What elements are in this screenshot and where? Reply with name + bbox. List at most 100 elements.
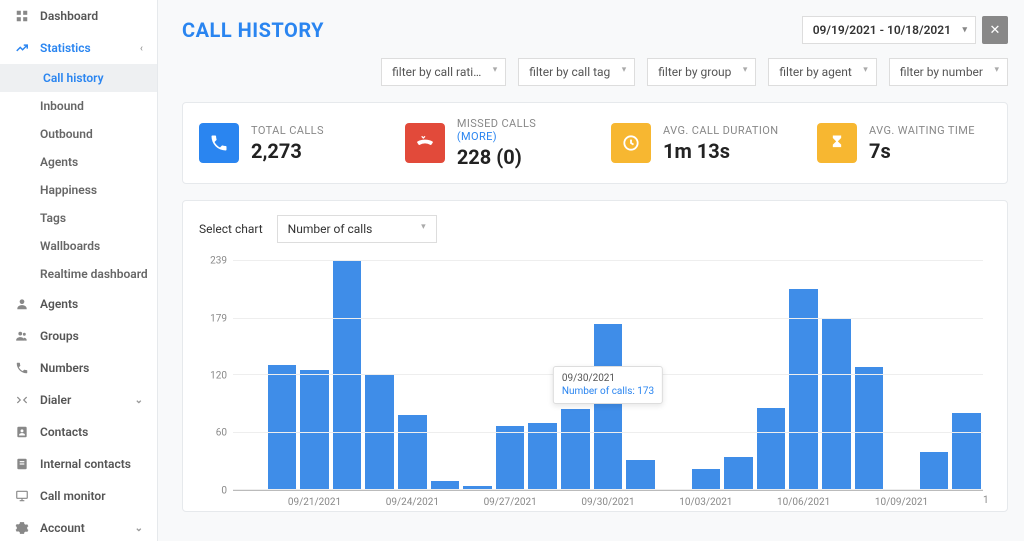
- y-tick: 179: [210, 313, 227, 324]
- kpi-avg-duration: AVG. CALL DURATION 1m 13s: [595, 117, 801, 169]
- y-tick: 120: [210, 370, 227, 381]
- sidebar-sub-call-history[interactable]: Call history: [0, 64, 157, 92]
- filters-row: filter by call rati… filter by call tag fi…: [182, 58, 1008, 86]
- kpi-value: 1m 13s: [663, 139, 778, 163]
- nav-contacts[interactable]: Contacts: [0, 416, 157, 448]
- sidebar-sub-agents[interactable]: Agents: [0, 148, 157, 176]
- dashboard-icon: [14, 8, 30, 24]
- phone-icon: [14, 360, 30, 376]
- people-icon: [14, 328, 30, 344]
- x-tick: 10/03/2021: [679, 497, 732, 508]
- chart-bar[interactable]: 09/30/202109/30/2021Number of calls: 173: [594, 324, 623, 490]
- contacts-icon: [14, 424, 30, 440]
- nav-label: Account: [40, 521, 85, 535]
- close-icon: ✕: [990, 23, 1001, 38]
- chart-bar[interactable]: [724, 457, 753, 490]
- nav-dashboard[interactable]: Dashboard: [0, 0, 157, 32]
- person-icon: [14, 296, 30, 312]
- kpi-label: AVG. CALL DURATION: [663, 124, 778, 137]
- sidebar-sub-tags[interactable]: Tags: [0, 204, 157, 232]
- nav-label: Dashboard: [40, 9, 98, 23]
- chart-plot: 09/21/2021 09/24/2021 09/27/2021 09/30/2021…: [233, 261, 983, 491]
- chart-bar[interactable]: 10/03/2021: [692, 469, 721, 490]
- chart-bar[interactable]: [626, 460, 655, 490]
- y-tick: 0: [221, 486, 227, 497]
- kpi-label: AVG. WAITING TIME: [869, 124, 975, 137]
- nav-label: Statistics: [40, 41, 91, 55]
- filter-dropdown-0[interactable]: filter by call rati…: [381, 58, 506, 86]
- nav-call-monitor[interactable]: Call monitor: [0, 480, 157, 512]
- kpi-avg-waiting: AVG. WAITING TIME 7s: [801, 117, 1007, 169]
- nav-groups[interactable]: Groups: [0, 320, 157, 352]
- more-link[interactable]: (MORE): [457, 130, 497, 143]
- chart-bar[interactable]: [528, 423, 557, 490]
- filter-dropdown-2[interactable]: filter by group: [647, 58, 756, 86]
- sidebar-sub-wallboards[interactable]: Wallboards: [0, 232, 157, 260]
- chart-bar[interactable]: 10/06/2021: [789, 289, 818, 490]
- monitor-icon: [14, 488, 30, 504]
- nav-label: Contacts: [40, 425, 88, 439]
- kpi-label: MISSED CALLS (MORE): [457, 117, 579, 143]
- filter-dropdown-1[interactable]: filter by call tag: [518, 58, 635, 86]
- sidebar-sub-inbound[interactable]: Inbound: [0, 92, 157, 120]
- chart-select-value: Number of calls: [288, 222, 373, 236]
- chart-area: 060120179239 09/21/202109/24/202109/27/2…: [199, 261, 991, 491]
- sidebar-sub-happiness[interactable]: Happiness: [0, 176, 157, 204]
- chart-bar[interactable]: [365, 375, 394, 490]
- chevron-left-icon: ‹: [140, 43, 143, 54]
- missed-call-icon: [405, 123, 445, 163]
- x-axis-end: 1: [983, 495, 991, 506]
- nav-label: Numbers: [40, 361, 89, 375]
- close-button[interactable]: ✕: [982, 16, 1008, 44]
- x-tick: 09/24/2021: [386, 497, 439, 508]
- nav-agents[interactable]: Agents: [0, 288, 157, 320]
- chart-select-label: Select chart: [199, 222, 263, 236]
- kpi-row: TOTAL CALLS 2,273 MISSED CALLS (MORE) 22…: [182, 102, 1008, 184]
- chart-bar[interactable]: [333, 261, 362, 490]
- phone-icon: [199, 123, 239, 163]
- nav-account[interactable]: Account ⌄: [0, 512, 157, 541]
- kpi-label: TOTAL CALLS: [251, 124, 324, 137]
- filter-dropdown-3[interactable]: filter by agent: [768, 58, 876, 86]
- nav-statistics[interactable]: Statistics ‹: [0, 32, 157, 64]
- kpi-value: 228 (0): [457, 145, 579, 169]
- x-tick: 10/06/2021: [777, 497, 830, 508]
- chart-bar[interactable]: [920, 452, 949, 490]
- chart-bar[interactable]: [757, 408, 786, 490]
- chart-bar[interactable]: [952, 413, 981, 490]
- gear-icon: [14, 520, 30, 536]
- hourglass-icon: [817, 123, 857, 163]
- date-range-picker[interactable]: 09/19/2021 - 10/18/2021: [802, 16, 976, 44]
- sidebar: Dashboard Statistics ‹ Call historyInbou…: [0, 0, 158, 541]
- nav-numbers[interactable]: Numbers: [0, 352, 157, 384]
- chart-card: Select chart Number of calls 06012017923…: [182, 200, 1008, 512]
- chevron-down-icon: ⌄: [135, 395, 143, 406]
- chevron-down-icon: ⌄: [135, 523, 143, 534]
- chart-bars: 09/21/2021 09/24/2021 09/27/2021 09/30/2021…: [233, 261, 983, 490]
- main-content: CALL HISTORY 09/19/2021 - 10/18/2021 ✕ f…: [158, 0, 1024, 541]
- chart-bar[interactable]: 09/27/2021: [496, 426, 525, 490]
- kpi-value: 7s: [869, 139, 975, 163]
- chart-bar[interactable]: 09/21/2021: [300, 370, 329, 490]
- chart-bar[interactable]: 09/24/2021: [398, 415, 427, 490]
- kpi-value: 2,273: [251, 139, 324, 163]
- clock-icon: [611, 123, 651, 163]
- filter-dropdown-4[interactable]: filter by number: [889, 58, 1008, 86]
- chart-type-select[interactable]: Number of calls: [277, 215, 437, 243]
- sidebar-sub-realtime-dashboard[interactable]: Realtime dashboard: [0, 260, 157, 288]
- chart-bar[interactable]: [561, 409, 590, 490]
- sidebar-sub-outbound[interactable]: Outbound: [0, 120, 157, 148]
- nav-label: Internal contacts: [40, 457, 131, 471]
- nav-dialer[interactable]: Dialer ⌄: [0, 384, 157, 416]
- trend-icon: [14, 40, 30, 56]
- nav-label: Dialer: [40, 393, 71, 407]
- nav-label: Groups: [40, 329, 79, 343]
- chart-bar[interactable]: [268, 365, 297, 490]
- chart-bar[interactable]: [855, 367, 884, 490]
- x-tick: 09/21/2021: [288, 497, 341, 508]
- page-title: CALL HISTORY: [182, 18, 324, 42]
- statistics-submenu: Call historyInboundOutboundAgentsHappine…: [0, 64, 157, 288]
- chart-bar[interactable]: [822, 318, 851, 490]
- x-tick: 10/09/2021: [875, 497, 928, 508]
- nav-internal-contacts[interactable]: Internal contacts: [0, 448, 157, 480]
